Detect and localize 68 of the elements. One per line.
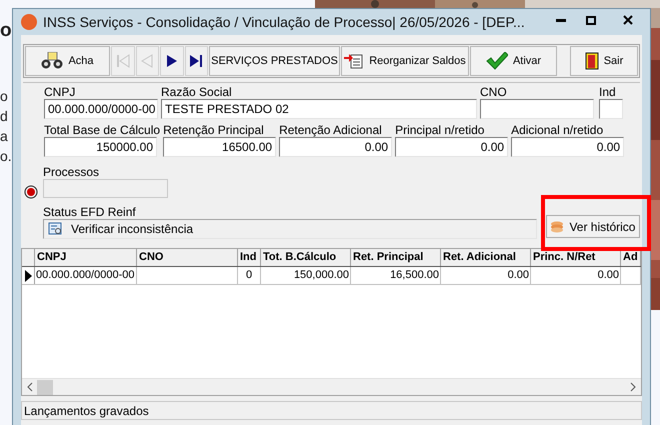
horizontal-scrollbar[interactable] [22,378,641,395]
window-title: INSS Serviços - Consolidação / Vinculação de Processo| 26/05/2026 - [DEP... [43,12,525,32]
text-field[interactable] [480,99,594,119]
field-label: Principal n/retido [395,123,486,137]
field-label: Total Base de Cálculo [44,123,160,137]
scroll-right-icon [630,382,637,392]
column-header[interactable]: CNO [137,249,238,266]
field-label: Status EFD Reinf [43,205,137,219]
table-cell: 00.000.000/0000-00 [35,267,137,284]
skip-right-icon [189,54,204,68]
stack-icon [550,220,564,232]
door-icon [584,52,599,70]
history-button[interactable]: Ver histórico [546,215,640,238]
table-cell: 0.00 [441,267,531,284]
field-label: Adicional n/retido [511,123,604,137]
table-cell: 150,000.00 [261,267,351,284]
form-search-icon [48,222,63,236]
skip-left-icon [116,54,130,68]
toolbar-button[interactable]: Acha [25,46,110,76]
status-field[interactable]: Verificar inconsistência [43,219,537,239]
background-text: o. [0,148,12,165]
scroll-thumb[interactable] [37,380,53,394]
column-header[interactable]: Ad [621,249,641,266]
field-label: Ind [599,85,617,99]
close-icon [623,15,633,25]
field-label: CNO [480,85,508,99]
background-text: o [0,88,8,105]
checkmark-icon [486,52,508,70]
field-label: Razão Social [161,85,233,99]
text-field[interactable]: 0.00 [511,137,624,157]
column-header[interactable]: CNPJ [35,249,137,266]
background-text: a [0,128,8,145]
column-header[interactable]: Princ. N/Ret [531,249,621,266]
field-label: Processos [43,165,100,179]
column-header[interactable]: Tot. B.Cálculo [261,249,351,266]
background-text: d [0,108,8,125]
column-header[interactable]: Ind [238,249,261,266]
toolbar-button[interactable]: SERVIÇOS PRESTADOS [209,46,340,76]
arrow-right-icon [164,54,179,68]
arrow-left-icon [140,54,154,68]
document-arrow-icon [344,53,364,69]
text-field[interactable]: 16500.00 [163,137,276,157]
text-field[interactable]: 0.00 [395,137,508,157]
status-text: Lançamentos gravados [24,402,149,420]
text-field[interactable]: 00.000.000/0000-00 [44,99,158,119]
column-header[interactable]: Ret. Adicional [441,249,531,266]
status-light-icon [24,185,38,199]
background-text: o [0,20,12,42]
maximize-icon [586,16,596,24]
nav-button[interactable] [184,46,208,76]
minimize-icon [556,18,566,22]
table-cell: 16,500.00 [351,267,441,284]
scroll-left-icon [26,382,33,392]
text-field[interactable]: 0.00 [279,137,392,157]
column-header[interactable]: Ret. Principal [351,249,441,266]
text-field[interactable] [599,99,623,119]
text-field[interactable]: 150000.00 [44,137,157,157]
field-label: Retenção Adicional [279,123,383,137]
field-label: CNPJ [44,85,76,99]
nav-button[interactable] [160,46,184,76]
toolbar-button[interactable]: Reorganizar Saldos [341,46,469,76]
table-cell: 0.00 [531,267,621,284]
text-field[interactable]: TESTE PRESTADO 02 [161,99,477,119]
table-cell: 0 [238,267,261,284]
toolbar-button[interactable]: Sair [570,46,638,76]
toolbar-button[interactable]: Ativar [470,46,557,76]
app-logo-icon [21,14,37,30]
field-label: Retenção Principal [163,123,265,137]
